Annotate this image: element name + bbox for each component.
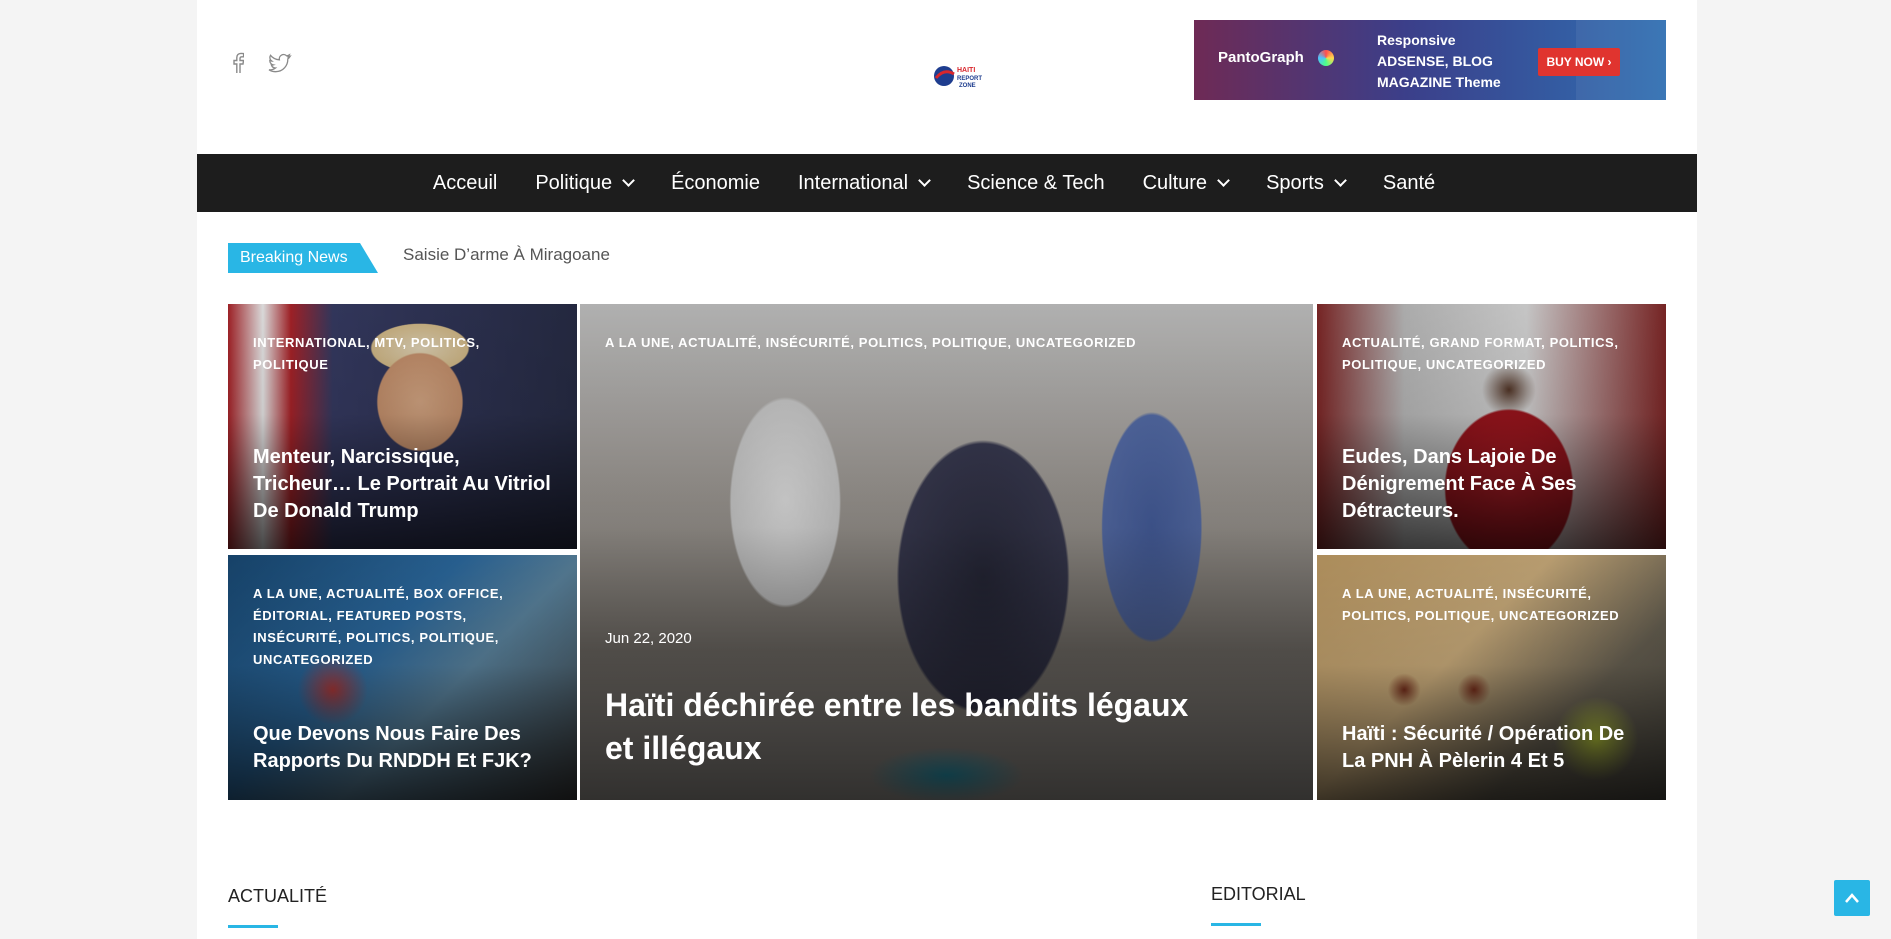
nav-item-politique[interactable]: Politique xyxy=(516,154,652,212)
svg-text:HAITI: HAITI xyxy=(957,67,975,74)
card-title[interactable]: Menteur, Narcissique, Tricheur… Le Portr… xyxy=(253,444,555,525)
advertisement-banner[interactable]: PantoGraph Responsive ADSENSE, BLOG MAGA… xyxy=(1194,20,1666,100)
card-date: Jun 22, 2020 xyxy=(605,630,692,647)
ad-line: Responsive xyxy=(1377,32,1456,48)
featured-card-main[interactable]: A LA UNE, ACTUALITÉ, INSÉCURITÉ, POLITIC… xyxy=(580,304,1313,800)
nav-item-label: Santé xyxy=(1382,171,1436,194)
nav-item-sante[interactable]: Santé xyxy=(1364,154,1454,212)
nav-item-label: Sports xyxy=(1266,171,1324,194)
nav-item-label: International xyxy=(798,171,909,194)
nav-item-acceuil[interactable]: Acceuil xyxy=(414,154,516,212)
breaking-news-label: Breaking News xyxy=(228,243,378,273)
nav-item-label: Politique xyxy=(535,171,613,194)
featured-card-pnh[interactable]: A LA UNE, ACTUALITÉ, INSÉCURITÉ, POLITIC… xyxy=(1317,555,1666,800)
ad-brand: PantoGraph xyxy=(1218,49,1304,66)
card-title[interactable]: Haïti : Sécurité / Opération De La PNH À… xyxy=(1342,721,1644,775)
chevron-up-icon xyxy=(1845,893,1859,903)
nav-item-science-tech[interactable]: Science & Tech xyxy=(948,154,1124,212)
nav-item-international[interactable]: International xyxy=(779,154,948,212)
card-categories[interactable]: A LA UNE, ACTUALITÉ, INSÉCURITÉ, POLITIC… xyxy=(1342,583,1648,627)
social-links xyxy=(226,51,292,75)
section-underline xyxy=(228,925,278,928)
section-underline xyxy=(1211,923,1261,926)
chevron-down-icon xyxy=(1334,174,1347,187)
ad-buy-now-label: BUY NOW xyxy=(1546,55,1605,69)
nav-menu: Acceuil Politique Économie International… xyxy=(414,154,1454,212)
nav-item-sports[interactable]: Sports xyxy=(1247,154,1364,212)
chevron-down-icon xyxy=(622,174,635,187)
breaking-news-headline[interactable]: Saisie D’arme À Miragoane xyxy=(403,245,610,265)
ad-buy-now-button[interactable]: BUY NOW › xyxy=(1538,48,1620,76)
featured-card-rnddh[interactable]: A LA UNE, ACTUALITÉ, BOX OFFICE, ÉDITORI… xyxy=(228,555,577,800)
main-navigation: Acceuil Politique Économie International… xyxy=(197,154,1697,212)
featured-card-trump[interactable]: INTERNATIONAL, MTV, POLITICS, POLITIQUE … xyxy=(228,304,577,549)
nav-item-label: Culture xyxy=(1142,171,1208,194)
ad-text: Responsive ADSENSE, BLOG MAGAZINE Theme xyxy=(1377,30,1501,93)
featured-card-eudes[interactable]: ACTUALITÉ, GRAND FORMAT, POLITICS, POLIT… xyxy=(1317,304,1666,549)
svg-text:REPORT: REPORT xyxy=(957,76,982,82)
nav-item-label: Acceuil xyxy=(432,171,498,194)
nav-item-label: Économie xyxy=(671,171,760,194)
card-title[interactable]: Que Devons Nous Faire Des Rapports Du RN… xyxy=(253,721,555,775)
card-categories[interactable]: INTERNATIONAL, MTV, POLITICS, POLITIQUE xyxy=(253,332,559,376)
svg-text:ZONE: ZONE xyxy=(959,83,976,89)
card-categories[interactable]: A LA UNE, ACTUALITÉ, INSÉCURITÉ, POLITIC… xyxy=(605,332,1295,354)
section-title-actualite: ACTUALITÉ xyxy=(228,886,328,906)
card-categories[interactable]: A LA UNE, ACTUALITÉ, BOX OFFICE, ÉDITORI… xyxy=(253,583,559,671)
nav-item-economie[interactable]: Économie xyxy=(652,154,779,212)
site-logo[interactable]: HAITI REPORT ZONE xyxy=(932,62,988,92)
nav-item-label: Science & Tech xyxy=(967,171,1105,194)
ad-line: ADSENSE, BLOG xyxy=(1377,53,1493,69)
ad-brand-logo-icon xyxy=(1318,50,1334,66)
chevron-down-icon xyxy=(918,174,931,187)
scroll-to-top-button[interactable] xyxy=(1834,880,1870,916)
page-container: HAITI REPORT ZONE PantoGraph Responsive … xyxy=(197,0,1697,939)
facebook-icon[interactable] xyxy=(226,51,250,75)
nav-item-culture[interactable]: Culture xyxy=(1124,154,1247,212)
twitter-icon[interactable] xyxy=(268,51,292,75)
card-title[interactable]: Haïti déchirée entre les bandits légaux … xyxy=(605,684,1213,770)
ad-line: MAGAZINE Theme xyxy=(1377,74,1501,90)
section-title-editorial: EDITORIAL xyxy=(1211,884,1306,904)
card-categories[interactable]: ACTUALITÉ, GRAND FORMAT, POLITICS, POLIT… xyxy=(1342,332,1648,376)
chevron-down-icon xyxy=(1217,174,1230,187)
card-title[interactable]: Eudes, Dans Lajoie De Dénigrement Face À… xyxy=(1342,444,1644,525)
